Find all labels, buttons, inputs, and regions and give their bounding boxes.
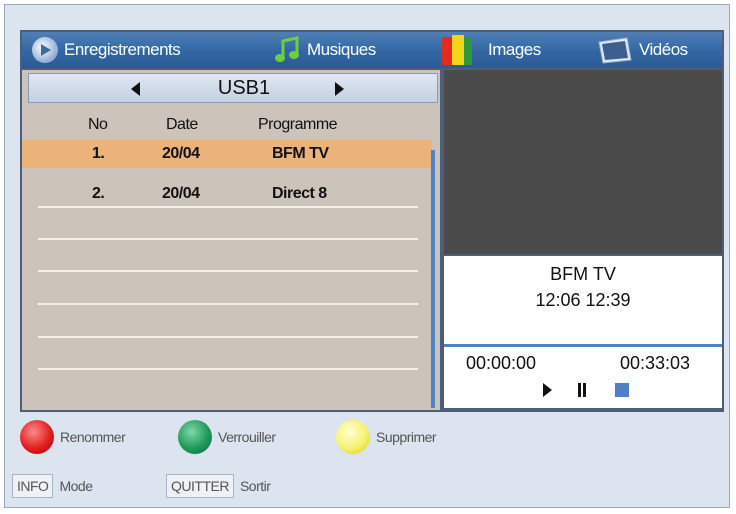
device-label: USB1	[217, 77, 271, 99]
lock-label: Verrouiller	[218, 429, 276, 445]
row-programme: BFM TV	[272, 145, 329, 162]
arrow-right-icon[interactable]	[335, 82, 344, 96]
play-icon[interactable]	[543, 383, 552, 397]
rename-button[interactable]: Renommer	[20, 420, 126, 454]
channel-name: BFM TV	[550, 264, 616, 284]
device-selector[interactable]: USB1	[28, 73, 438, 103]
playback-controls: 00:00:00 00:33:03	[444, 347, 722, 408]
tab-enregistrements[interactable]: Enregistrements	[32, 32, 181, 68]
green-button-icon	[178, 420, 212, 454]
delete-button[interactable]: Supprimer	[336, 420, 437, 454]
tab-videos[interactable]: Vidéos	[597, 32, 688, 68]
row-number: 1.	[92, 145, 105, 162]
record-icon	[32, 37, 58, 63]
table-row[interactable]: 1. 20/04 BFM TV	[22, 140, 432, 168]
tab-images[interactable]: Images	[442, 32, 541, 68]
row-date: 20/04	[162, 185, 200, 202]
row-divider	[38, 270, 418, 272]
tab-label: Enregistrements	[64, 40, 181, 59]
elapsed-time: 00:00:00	[466, 353, 537, 373]
pause-icon[interactable]	[578, 383, 586, 397]
tab-label: Musiques	[307, 40, 376, 59]
exit-label: Sortir	[239, 478, 271, 494]
tab-bar: Enregistrements Musiques Images Vidéos	[22, 32, 722, 68]
program-time: 12:06 12:39	[535, 290, 631, 310]
row-divider	[38, 238, 418, 240]
info-key[interactable]: INFO Mode	[12, 474, 93, 498]
row-number: 2.	[92, 185, 105, 202]
video-preview	[444, 70, 722, 254]
arrow-left-icon[interactable]	[131, 82, 140, 96]
stop-icon[interactable]	[615, 383, 629, 397]
row-divider	[38, 368, 418, 370]
column-header-no: No	[88, 116, 108, 133]
row-divider	[38, 336, 418, 338]
row-date: 20/04	[162, 145, 200, 162]
rename-label: Renommer	[60, 429, 126, 445]
mode-label: Mode	[59, 478, 93, 494]
delete-label: Supprimer	[376, 429, 437, 445]
tab-musiques[interactable]: Musiques	[275, 32, 376, 68]
images-icon	[442, 35, 482, 65]
yellow-button-icon	[336, 420, 370, 454]
red-button-icon	[20, 420, 54, 454]
program-info: BFM TV 12:06 12:39	[444, 256, 722, 344]
quit-key[interactable]: QUITTER Sortir	[166, 474, 271, 498]
scrollbar[interactable]	[431, 150, 435, 408]
music-note-icon	[275, 36, 301, 64]
tab-label: Vidéos	[639, 40, 688, 59]
table-row[interactable]: 2. 20/04 Direct 8	[22, 180, 432, 208]
row-programme: Direct 8	[272, 185, 327, 202]
recordings-list-panel	[22, 70, 440, 410]
quit-key-label: QUITTER	[166, 474, 234, 498]
row-divider	[38, 206, 418, 208]
duration-time: 00:33:03	[620, 353, 691, 373]
video-icon	[597, 36, 633, 64]
info-key-label: INFO	[12, 474, 54, 498]
row-divider	[38, 303, 418, 305]
lock-button[interactable]: Verrouiller	[178, 420, 276, 454]
column-header-date: Date	[166, 116, 198, 133]
tab-label: Images	[488, 40, 541, 59]
column-header-programme: Programme	[258, 116, 338, 133]
